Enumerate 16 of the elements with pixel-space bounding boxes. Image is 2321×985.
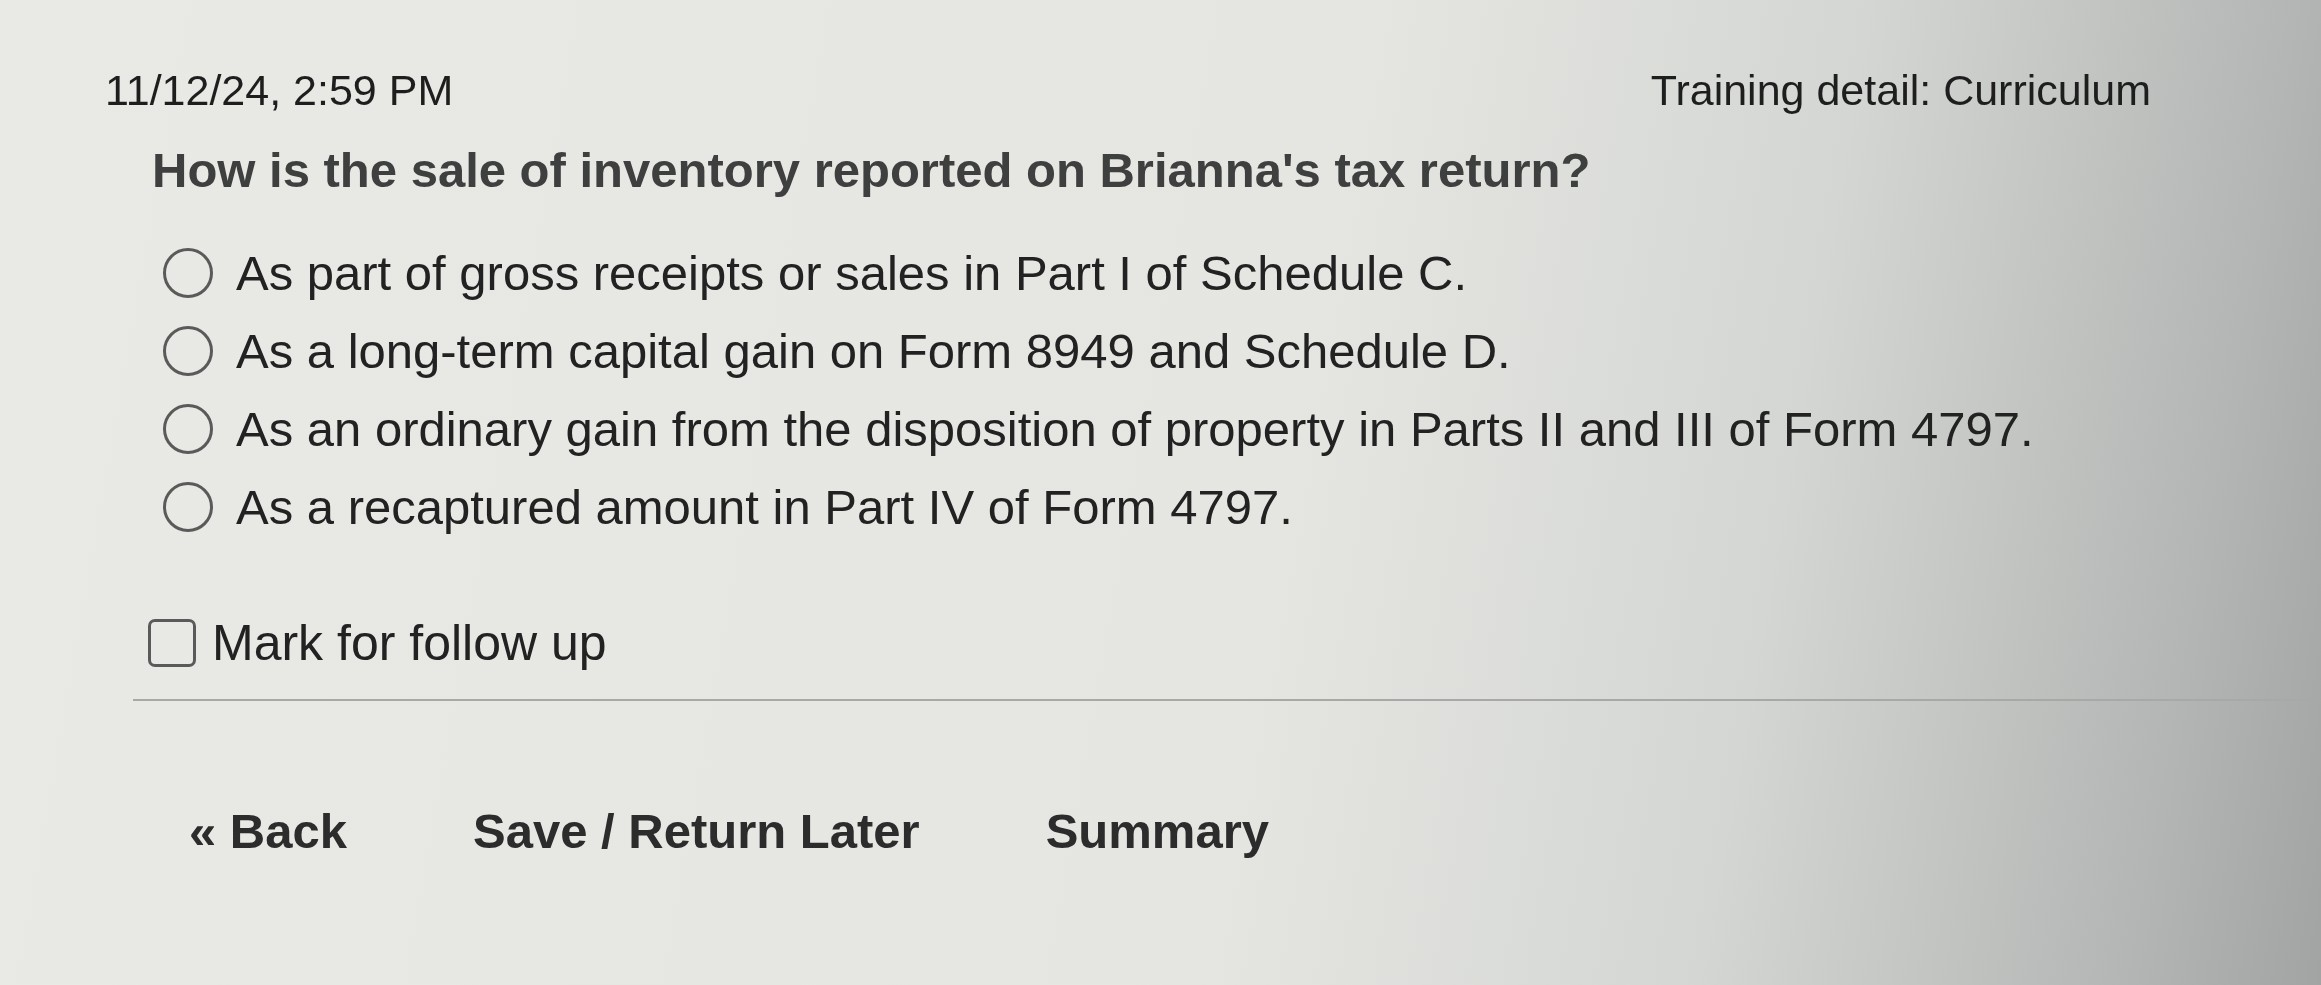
question-text: How is the sale of inventory reported on Brianna's tax return?: [152, 142, 1592, 198]
radio-button[interactable]: [163, 404, 213, 454]
page-title: Training detail: Curriculum: [1650, 65, 2151, 116]
option-label[interactable]: As an ordinary gain from the disposition of property in Parts II and III of Form 4797.: [236, 401, 2034, 457]
option-label[interactable]: As part of gross receipts or sales in Part I of Schedule C.: [236, 245, 1467, 301]
nav-link[interactable]: Summary: [1045, 803, 1269, 859]
radio-button[interactable]: [163, 248, 213, 298]
checkbox-label[interactable]: Mark for follow up: [212, 615, 607, 671]
option-label[interactable]: As a recaptured amount in Part IV of Form 4797.: [236, 479, 1293, 535]
radio-button[interactable]: [163, 326, 213, 376]
checkbox[interactable]: [148, 619, 196, 667]
option-label[interactable]: As a long-term capital gain on Form 8949 and Schedule D.: [236, 323, 1511, 379]
timestamp: 11/12/24, 2:59 PM: [105, 65, 454, 116]
nav-link[interactable]: « Back: [189, 803, 347, 859]
radio-button[interactable]: [163, 482, 213, 532]
nav-link[interactable]: Save / Return Later: [473, 803, 920, 859]
